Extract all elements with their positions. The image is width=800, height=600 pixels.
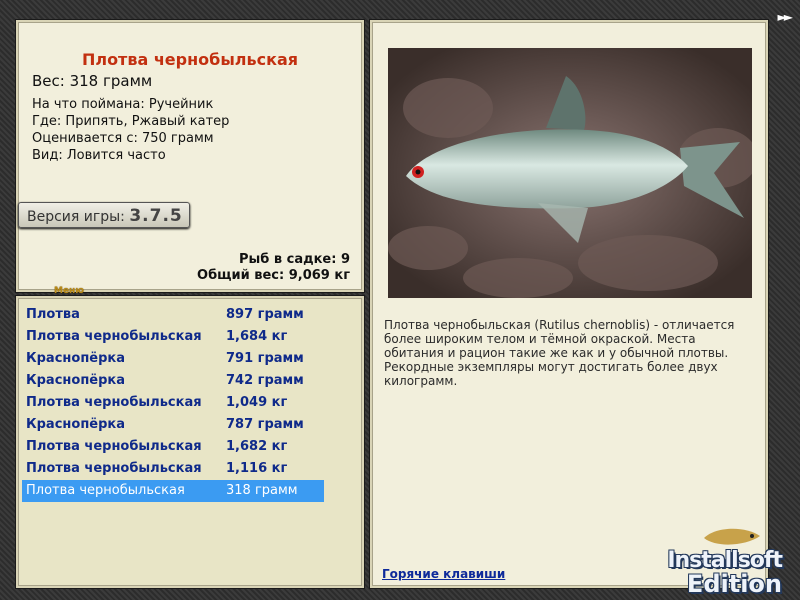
fish-details: На что поймана: Ручейник Где: Припять, Р… <box>32 96 229 164</box>
fast-forward-button[interactable]: ►► <box>778 10 794 24</box>
location: Где: Припять, Ржавый катер <box>32 114 230 129</box>
catch-list-item[interactable]: Плотва 897 грамм <box>22 304 324 326</box>
catch-list-item[interactable]: Плотва чернобыльская 1,684 кг <box>22 326 324 348</box>
catch-item-name: Краснопёрка <box>26 351 126 366</box>
catch-item-weight: 897 грамм <box>226 307 304 322</box>
catch-item-name: Плотва чернобыльская <box>26 483 185 498</box>
catch-item-name: Плотва <box>26 307 80 322</box>
version-label: Версия игры: <box>27 209 125 225</box>
fish-photo <box>388 48 752 298</box>
fish-info-panel: Плотва чернобыльская Вес: 318 грамм На ч… <box>16 20 364 296</box>
catch-item-weight: 1,116 кг <box>226 461 288 476</box>
fish-description: Плотва чернобыльская (Rutilus chernoblis… <box>384 318 735 388</box>
catch-item-name: Краснопёрка <box>26 373 126 388</box>
fish-title: Плотва чернобыльская <box>81 50 299 69</box>
catch-frequency: Вид: Ловится часто <box>32 148 166 163</box>
catch-item-weight: 1,049 кг <box>226 395 288 410</box>
fish-image <box>388 48 752 298</box>
catch-item-name: Плотва чернобыльская <box>26 461 202 476</box>
hotkeys-link[interactable]: Горячие клавиши <box>382 567 505 581</box>
logo-line-2: Edition <box>686 570 782 598</box>
fish-weight: Вес: 318 грамм <box>32 72 153 90</box>
catch-list-item[interactable]: Краснопёрка 791 грамм <box>22 348 324 370</box>
catch-list-item[interactable]: Плотва чернобыльская 1,682 кг <box>22 436 324 458</box>
fish-detail-panel: Плотва чернобыльская (Rutilus chernoblis… <box>370 20 768 588</box>
catch-item-weight: 787 грамм <box>226 417 304 432</box>
installsoft-logo: Installsoft Edition <box>630 520 790 598</box>
catch-item-weight: 318 грамм <box>226 483 298 498</box>
value-estimate: Оценивается с: 750 грамм <box>32 131 214 146</box>
catch-item-weight: 1,682 кг <box>226 439 288 454</box>
catch-item-weight: 742 грамм <box>226 373 304 388</box>
catch-list-panel: Плотва 897 грамм Плотва чернобыльская 1,684… <box>16 296 364 588</box>
catch-list-item[interactable]: Краснопёрка 742 грамм <box>22 370 324 392</box>
catch-item-weight: 1,684 кг <box>226 329 288 344</box>
catch-list-item[interactable]: Плотва чернобыльская 318 грамм <box>22 480 324 502</box>
catch-list-item[interactable]: Плотва чернобыльская 1,116 кг <box>22 458 324 480</box>
catch-list-item[interactable]: Плотва чернобыльская 1,049 кг <box>22 392 324 414</box>
catch-item-weight: 791 грамм <box>226 351 304 366</box>
catch-item-name: Краснопёрка <box>26 417 126 432</box>
menu-button[interactable]: Меню <box>54 286 84 296</box>
keepnet-stats: Рыб в садке: 9 Общий вес: 9,069 кг <box>197 252 350 284</box>
version-number: 3.7.5 <box>129 206 183 226</box>
fish-count: Рыб в садке: 9 <box>238 252 350 267</box>
total-weight: Общий вес: 9,069 кг <box>197 268 350 283</box>
catch-item-name: Плотва чернобыльская <box>26 395 202 410</box>
catch-item-name: Плотва чернобыльская <box>26 439 202 454</box>
catch-item-name: Плотва чернобыльская <box>26 329 202 344</box>
caught-on: На что поймана: Ручейник <box>32 97 214 112</box>
catch-list-item[interactable]: Краснопёрка 787 грамм <box>22 414 324 436</box>
catch-list: Плотва 897 грамм Плотва чернобыльская 1,684… <box>22 304 324 502</box>
version-badge: Версия игры: 3.7.5 <box>18 202 190 228</box>
fish-logo-icon <box>704 528 760 545</box>
